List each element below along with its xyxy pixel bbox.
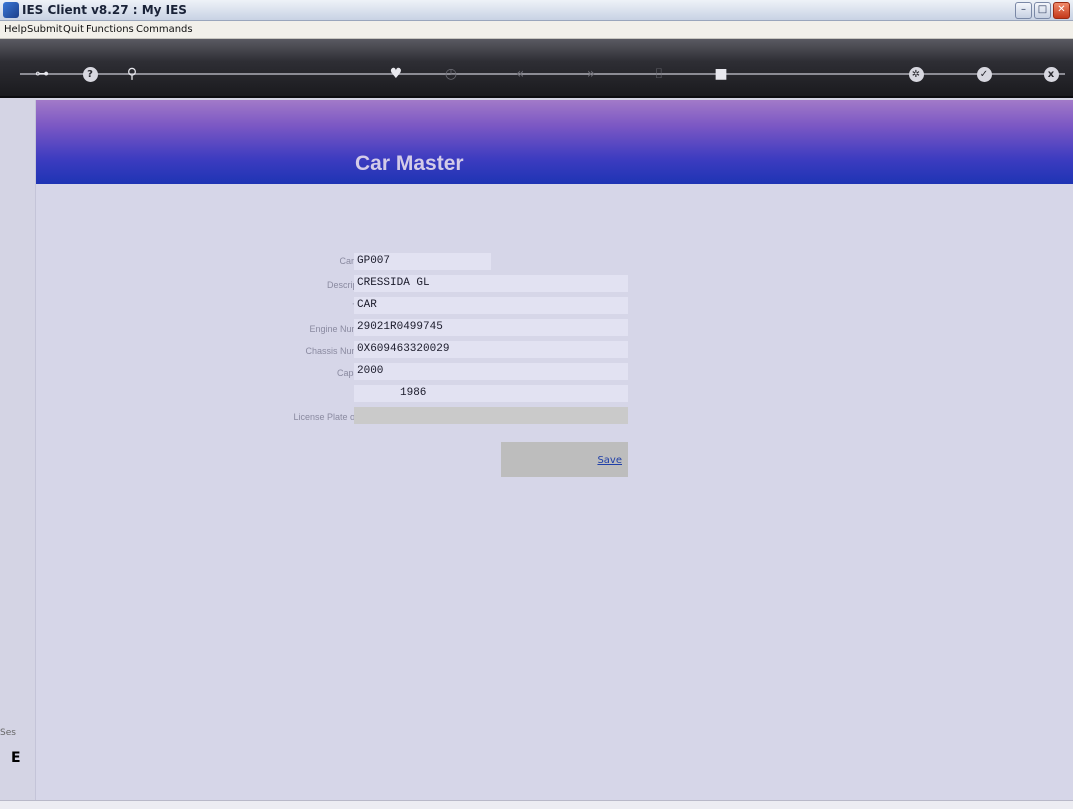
capacity-label: Capacity: [236, 368, 372, 378]
settings-icon-glyph: ✲: [908, 66, 924, 82]
save-button[interactable]: Save: [597, 455, 622, 466]
license-plate-field[interactable]: [354, 407, 628, 424]
window-title: IES Client v8.27 : My IES: [22, 3, 187, 17]
chassis-number-label: Chassis Number: [305, 346, 372, 356]
fast-forward-icon[interactable]: »: [579, 62, 603, 86]
license-plate-label: License Plate or No: [293, 412, 372, 422]
car-key-field[interactable]: GP007: [354, 253, 491, 270]
settings-icon[interactable]: ✲: [904, 62, 928, 86]
help-icon[interactable]: ?: [78, 62, 102, 86]
form-area: Car Key GP007 Description CRESSIDA GL Ty…: [36, 184, 1073, 800]
chassis-number-field[interactable]: 0X609463320029: [354, 341, 628, 358]
menu-bar: Help Submit Quit Functions Commands: [0, 21, 1073, 39]
type-label: Type: [236, 302, 372, 312]
menu-quit[interactable]: Quit: [63, 24, 84, 35]
type-field[interactable]: CAR: [354, 297, 628, 314]
engine-number-field[interactable]: 29021R0499745: [354, 319, 628, 336]
heart-icon[interactable]: ♥: [384, 62, 408, 86]
capacity-field[interactable]: 2000: [354, 363, 628, 380]
confirm-icon-glyph: ✓: [976, 66, 992, 82]
app-window: IES Client v8.27 : My IES – □ ✕ Help Sub…: [0, 0, 1073, 809]
stop-icon[interactable]: ■: [709, 62, 733, 86]
engine-number-label: Engine Number: [309, 324, 372, 334]
description-label: Description: [326, 280, 372, 290]
app-icon: [3, 2, 19, 18]
maximize-button[interactable]: □: [1034, 2, 1051, 19]
menu-commands[interactable]: Commands: [136, 24, 193, 35]
description-field[interactable]: CRESSIDA GL: [354, 275, 628, 292]
menu-submit[interactable]: Submit: [27, 24, 62, 35]
header-banner: Car Master: [36, 100, 1073, 184]
left-strip-icon[interactable]: E: [11, 750, 21, 766]
search-icon[interactable]: ⚲: [120, 62, 144, 86]
toolbar: ⊶ ? ⚲ ♥ ◷ « » ⌷ ■ ✲ ✓ x: [0, 39, 1073, 98]
close-icon[interactable]: x: [1039, 62, 1063, 86]
save-panel: Save: [501, 442, 628, 477]
help-icon-glyph: ?: [82, 66, 98, 82]
minimize-button[interactable]: –: [1015, 2, 1032, 19]
page-title: Car Master: [355, 152, 464, 175]
title-bar: IES Client v8.27 : My IES – □ ✕: [0, 0, 1073, 21]
year-label: Year: [236, 390, 372, 400]
left-panel-strip: [0, 100, 36, 800]
close-window-button[interactable]: ✕: [1053, 2, 1070, 19]
car-key-label: Car Key: [339, 256, 372, 266]
menu-functions[interactable]: Functions: [86, 24, 134, 35]
status-bar: [0, 800, 1073, 809]
close-icon-glyph: x: [1043, 66, 1059, 82]
year-field[interactable]: 1986: [354, 385, 628, 402]
trash-icon[interactable]: ⌷: [647, 62, 671, 86]
key-icon[interactable]: ⊶: [30, 62, 54, 86]
confirm-icon[interactable]: ✓: [972, 62, 996, 86]
clock-icon[interactable]: ◷: [439, 62, 463, 86]
left-strip-label: Ses: [0, 728, 16, 738]
menu-help[interactable]: Help: [4, 24, 27, 35]
rewind-icon[interactable]: «: [508, 62, 532, 86]
